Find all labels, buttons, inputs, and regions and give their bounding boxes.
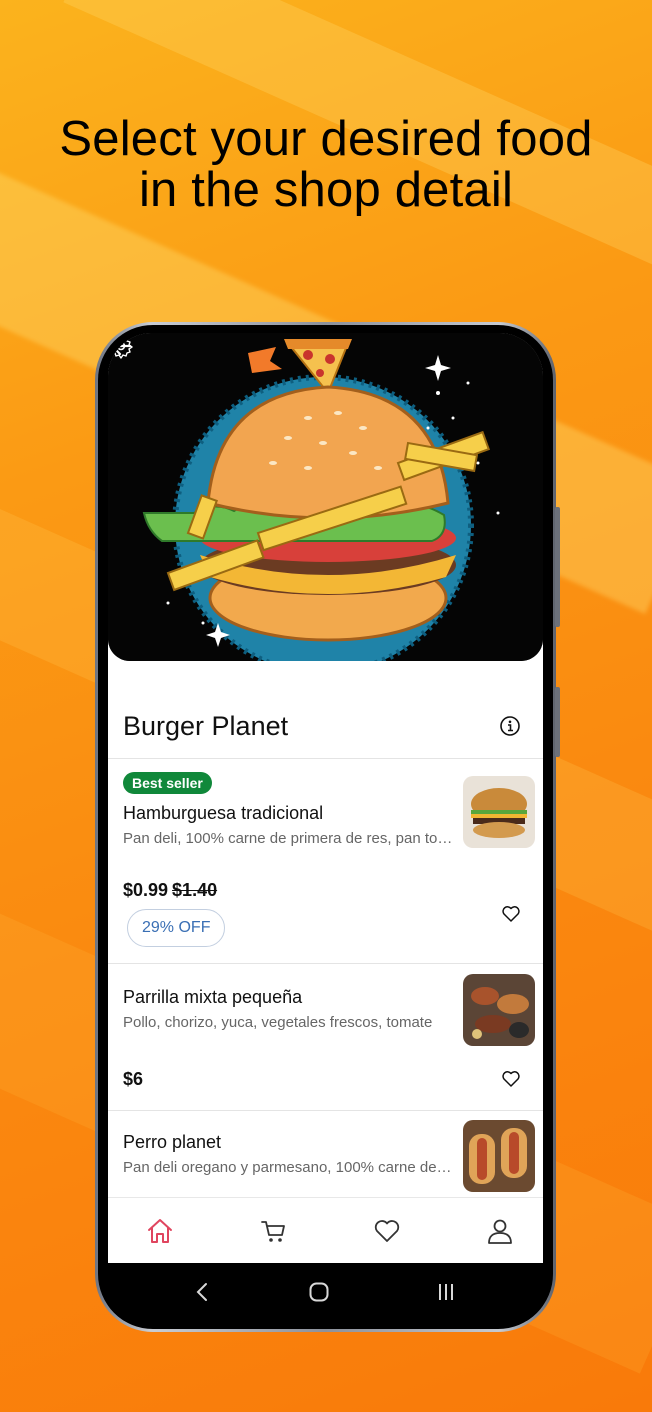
shop-name: Burger Planet <box>123 711 289 741</box>
item-thumbnail-hotdog <box>463 1120 535 1192</box>
phone-frame: Burger Planet Best seller Hamburguesa tr… <box>95 322 560 1332</box>
old-price: $1.40 <box>172 880 218 900</box>
shop-header: Burger Planet <box>108 701 543 759</box>
shop-hero-image <box>108 333 543 661</box>
system-home-icon[interactable] <box>307 1280 331 1304</box>
favorite-heart-icon[interactable] <box>501 1069 521 1089</box>
promo-headline: Select your desired food in the shop det… <box>0 114 652 216</box>
cart-icon[interactable] <box>259 1216 289 1246</box>
headline-line-2: in the shop detail <box>138 163 514 217</box>
favorite-heart-icon[interactable] <box>501 904 521 924</box>
item-description: Pollo, chorizo, yuca, vegetales frescos,… <box>123 1014 433 1031</box>
item-description: Pan deli oregano y parmesano, 100% carne… <box>123 1159 453 1176</box>
menu-item-parrilla[interactable]: Parrilla mixta pequeña Pollo, chorizo, y… <box>108 965 543 1111</box>
item-title: Perro planet <box>123 1132 222 1152</box>
system-back-icon[interactable] <box>191 1280 215 1304</box>
app-screen: Burger Planet Best seller Hamburguesa tr… <box>108 333 543 1263</box>
info-icon[interactable] <box>499 715 521 737</box>
user-icon[interactable] <box>485 1216 515 1246</box>
menu-item-perro-planet[interactable]: Perro planet Pan deli oregano y parmesan… <box>108 1112 543 1202</box>
discount-chip: 29% OFF <box>127 909 226 947</box>
phone-volume-button <box>555 507 560 627</box>
current-price: $0.99 <box>123 880 169 900</box>
heart-icon[interactable] <box>372 1216 402 1246</box>
item-title: Hamburguesa tradicional <box>123 803 324 823</box>
home-icon[interactable] <box>145 1216 175 1246</box>
system-navigation-bar <box>108 1263 543 1321</box>
price-block: $0.99 $1.40 <box>123 880 217 901</box>
phone-power-button <box>555 687 560 757</box>
headline-line-1: Select your desired food <box>59 112 593 166</box>
bottom-navigation <box>108 1197 543 1263</box>
menu-item-hamburguesa[interactable]: Best seller Hamburguesa tradicional Pan … <box>108 760 543 964</box>
settings-gear-icon[interactable] <box>108 333 134 359</box>
best-seller-badge: Best seller <box>123 772 212 794</box>
burger-illustration <box>108 333 543 661</box>
current-price: $6 <box>123 1069 144 1089</box>
item-thumbnail-burger <box>463 776 535 848</box>
item-description: Pan deli, 100% carne de primera de res, … <box>123 830 453 847</box>
item-thumbnail-grill <box>463 974 535 1046</box>
system-recents-icon[interactable] <box>434 1280 458 1304</box>
item-title: Parrilla mixta pequeña <box>123 987 303 1007</box>
